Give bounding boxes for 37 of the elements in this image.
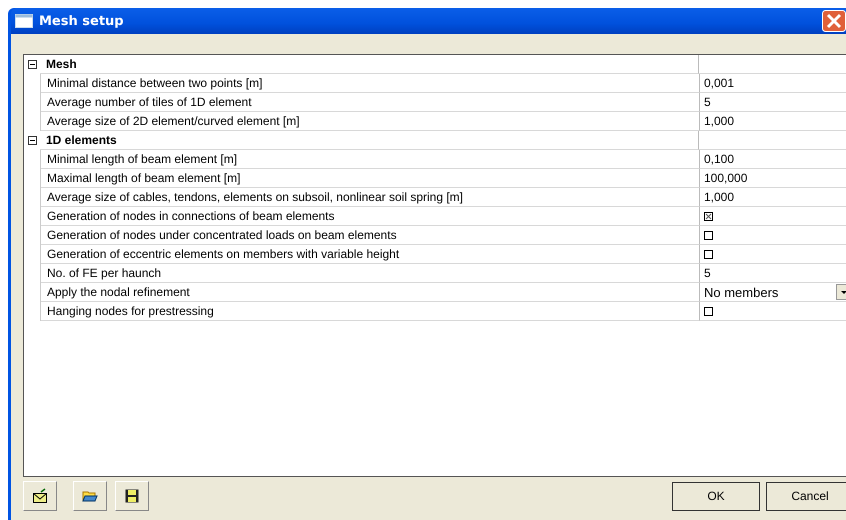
checkbox[interactable]	[704, 212, 713, 220]
property-label: Minimal distance between two points [m]	[47, 76, 262, 90]
property-label: Average number of tiles of 1D element	[47, 95, 252, 109]
dialog-button[interactable]: Cancel	[766, 482, 846, 510]
property-label: Minimal length of beam element [m]	[47, 152, 238, 166]
export-button[interactable]	[23, 481, 57, 511]
envelope-icon	[32, 488, 48, 504]
property-label: Generation of nodes under concentrated loads on beam elements	[47, 228, 397, 242]
property-label: Hanging nodes for prestressing	[47, 304, 214, 318]
group-header: Mesh	[46, 57, 77, 71]
close-icon[interactable]	[822, 10, 846, 32]
window-icon	[15, 14, 33, 28]
window-title: Mesh setup	[39, 14, 124, 28]
property-value[interactable]: 5	[704, 95, 711, 109]
property-label: Average size of 2D element/curved element [m]	[47, 114, 300, 128]
property-value[interactable]: 5	[704, 266, 711, 280]
property-label: Maximal length of beam element [m]	[47, 171, 240, 185]
property-value[interactable]: 1,000	[704, 190, 734, 204]
property-value[interactable]: 0,100	[704, 152, 734, 166]
property-value[interactable]: 1,000	[704, 114, 734, 128]
dropdown[interactable]: No members	[704, 283, 846, 301]
property-label: Generation of nodes in connections of beam elements	[47, 209, 335, 223]
property-label: Average size of cables, tendons, elements on subsoil, nonlinear soil spring [m]	[47, 190, 464, 204]
dialog-button[interactable]: OK	[672, 482, 760, 510]
group-header: 1D elements	[46, 133, 117, 147]
checkbox[interactable]	[704, 250, 713, 258]
checkbox[interactable]	[704, 230, 713, 240]
collapse-icon[interactable]	[28, 136, 36, 145]
property-label: No. of FE per haunch	[47, 266, 162, 280]
property-label: Generation of eccentric elements on members with variable height	[47, 247, 400, 261]
open-button[interactable]	[73, 481, 107, 511]
collapse-icon[interactable]	[28, 60, 36, 69]
property-value[interactable]: 100,000	[704, 171, 748, 185]
property-label: Apply the nodal refinement	[47, 285, 190, 299]
property-value[interactable]: 0,001	[704, 76, 734, 90]
save-button[interactable]	[115, 481, 149, 511]
checkbox[interactable]	[704, 306, 713, 316]
